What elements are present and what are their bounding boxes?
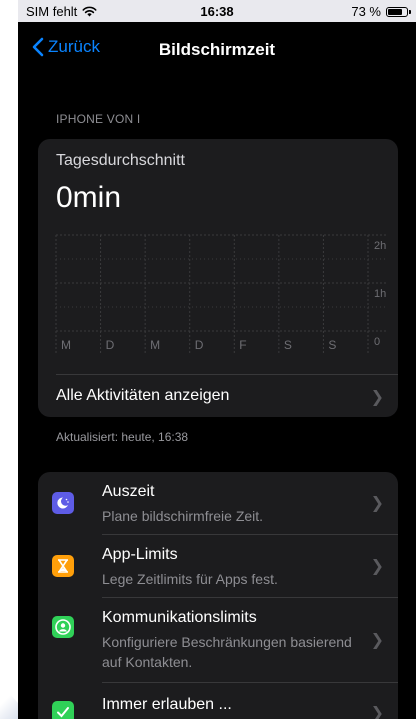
y-tick-label: 1h (374, 288, 386, 300)
status-bar: SIM fehlt 16:38 73 % (18, 0, 416, 22)
x-tick-label: D (106, 338, 115, 352)
battery-percent: 73 % (351, 4, 381, 19)
status-right: 73 % (351, 4, 411, 19)
downtime-title: Auszeit (102, 483, 155, 500)
checkmark-icon (52, 701, 74, 719)
y-tick-label: 0 (374, 336, 380, 348)
chevron-right-icon: ❯ (370, 705, 384, 719)
x-tick-label: S (328, 338, 336, 352)
usage-chart: 2h 1h 0 M D M D F S S (55, 234, 386, 353)
settings-list: Auszeit Plane bildschirmfreie Zeit. ❯ Ap… (38, 472, 398, 719)
downtime-row[interactable]: Auszeit Plane bildschirmfreie Zeit. ❯ (38, 472, 398, 534)
y-tick-label: 2h (374, 240, 386, 252)
contact-icon (52, 616, 74, 638)
updated-text: Aktualisiert: heute, 16:38 (56, 430, 189, 444)
daily-average-card[interactable]: Tagesdurchschnitt 0min 2h 1h 0 M D M D F S S Alle… (38, 139, 398, 417)
chevron-right-icon: ❯ (370, 389, 384, 406)
communication-limits-title: Kommunikationslimits (102, 609, 257, 626)
x-tick-label: D (195, 338, 204, 352)
x-tick-label: M (150, 338, 160, 352)
app-limits-subtitle: Lege Zeitlimits für Apps fest. (102, 571, 278, 587)
all-activity-row[interactable]: Alle Aktivitäten anzeigen ❯ (38, 375, 398, 417)
navigation-bar: Zurück Bildschirmzeit (18, 22, 416, 78)
downtime-icon (52, 492, 74, 514)
daily-average-label: Tagesdurchschnitt (56, 152, 185, 169)
device-section-header: IPHONE VON I (56, 112, 141, 126)
communication-limits-row[interactable]: Kommunikationslimits Konfiguriere Beschr… (38, 598, 398, 682)
communication-limits-subtitle: Konfiguriere Beschränkungen basierend au… (102, 634, 352, 670)
always-allowed-title: Immer erlauben ... (102, 696, 232, 713)
chevron-right-icon: ❯ (370, 495, 384, 512)
x-tick-label: M (61, 338, 71, 352)
page-title: Bildschirmzeit (158, 40, 276, 59)
app-limits-row[interactable]: App-Limits Lege Zeitlimits für Apps fest… (38, 535, 398, 597)
all-activity-label: Alle Aktivitäten anzeigen (56, 387, 230, 404)
battery-icon (386, 6, 411, 17)
hourglass-icon (52, 555, 74, 577)
always-allowed-row[interactable]: Immer erlauben ... ❯ (38, 683, 398, 719)
app-limits-title: App-Limits (102, 546, 178, 563)
x-tick-label: S (284, 338, 292, 352)
chevron-right-icon: ❯ (370, 632, 384, 649)
chevron-right-icon: ❯ (370, 558, 384, 575)
x-tick-label: F (239, 338, 246, 352)
phone-screen: SIM fehlt 16:38 73 % Zurück Bildschirmze… (18, 0, 416, 719)
daily-average-value: 0min (56, 181, 122, 214)
downtime-subtitle: Plane bildschirmfreie Zeit. (102, 508, 264, 524)
